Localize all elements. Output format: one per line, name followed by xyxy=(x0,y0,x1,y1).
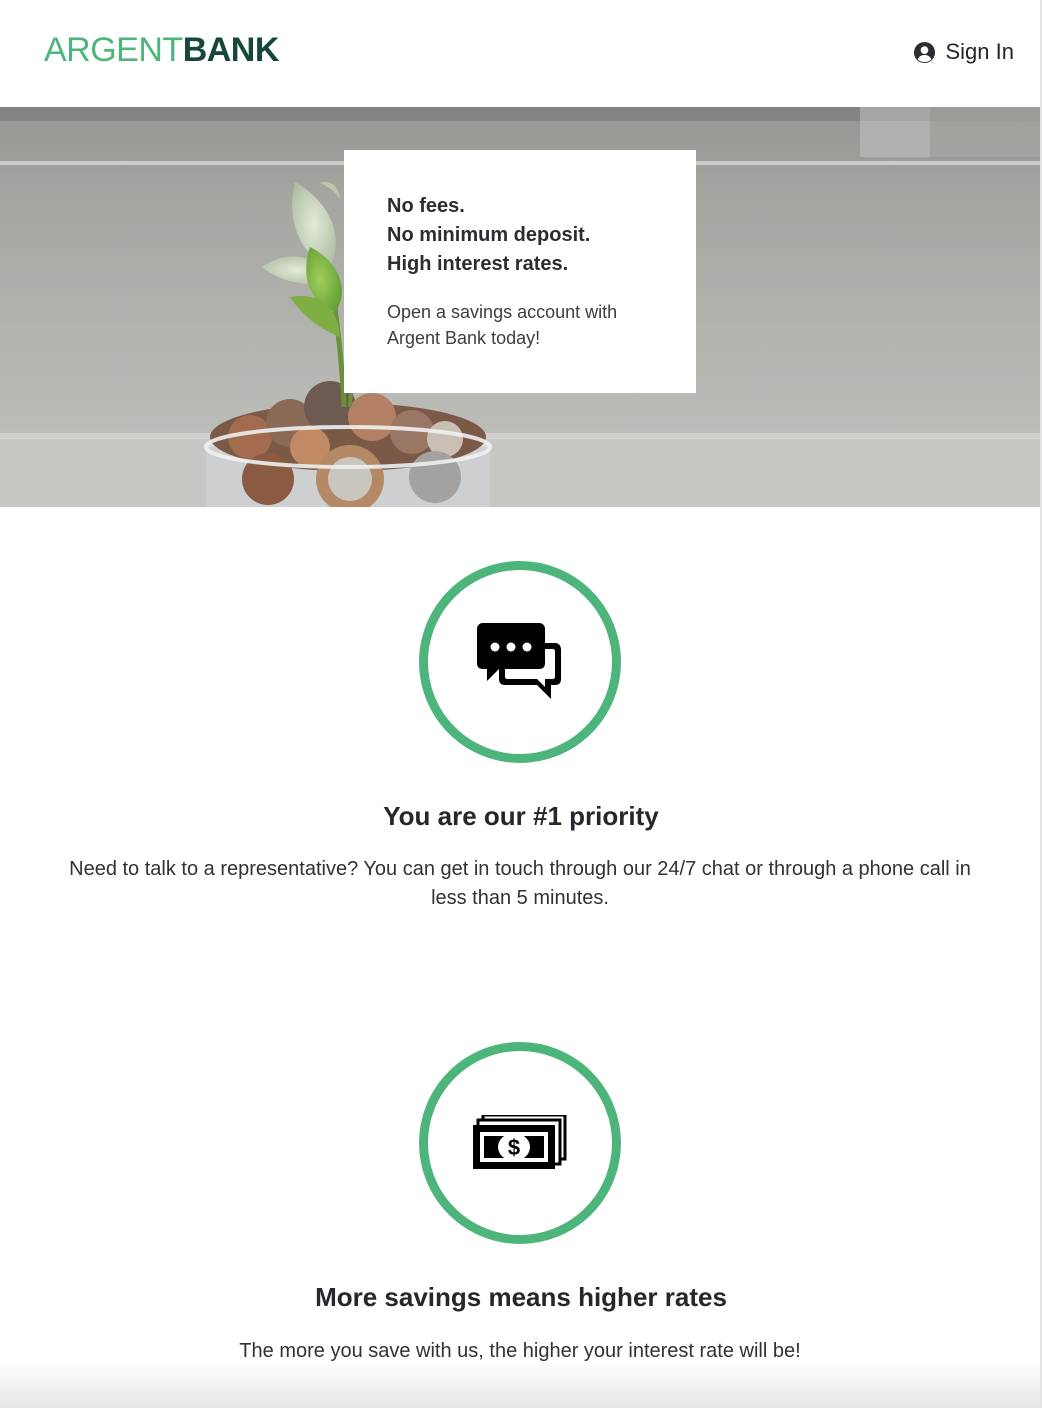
logo-word-argent: ARGENT xyxy=(44,31,183,69)
argent-bank-logo[interactable]: ARGENTBANK xyxy=(44,30,279,70)
promo-line-no-minimum-deposit: No minimum deposit. xyxy=(387,224,591,246)
user-circle-icon xyxy=(913,41,936,64)
feature-title-priority: You are our #1 priority xyxy=(383,801,659,831)
page: ARGENTBANK Sign In No fees. No minimum d… xyxy=(0,0,1042,1408)
sign-in-link[interactable]: Sign In xyxy=(913,36,1015,68)
promo-line-high-interest-rates: High interest rates. xyxy=(387,253,569,275)
svg-text:$: $ xyxy=(508,1135,520,1160)
promo-line-no-fees: No fees. xyxy=(387,195,465,217)
sign-in-label: Sign In xyxy=(945,39,1015,64)
bottom-fade xyxy=(0,1360,1042,1408)
feature-title-savings: More savings means higher rates xyxy=(315,1282,727,1312)
feature-icon-circle-chat xyxy=(419,561,621,763)
chat-bubbles-icon xyxy=(477,623,561,699)
feature-text-priority: Need to talk to a representative? You ca… xyxy=(69,858,971,909)
feature-icon-circle-money: $ xyxy=(419,1042,621,1244)
promo-subtitle: Open a savings account with Argent Bank … xyxy=(387,302,618,348)
site-header: ARGENTBANK Sign In xyxy=(0,0,1042,107)
promo-card: No fees. No minimum deposit. High intere… xyxy=(344,150,696,393)
money-stack-icon: $ xyxy=(473,1115,567,1169)
logo-word-bank: BANK xyxy=(182,31,280,69)
